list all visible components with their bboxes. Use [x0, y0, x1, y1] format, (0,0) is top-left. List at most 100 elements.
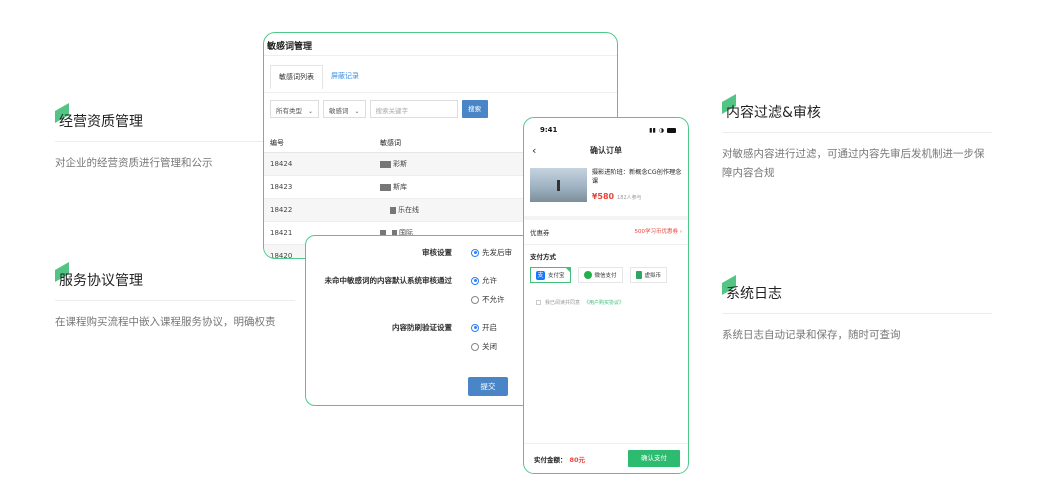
row-word-cell: 乐在线 — [380, 205, 419, 215]
nav-title: 确认订单 — [590, 146, 622, 155]
radio-label: 允许 — [482, 276, 497, 285]
type-select-value: 所有类型 — [276, 107, 302, 115]
tab-block-records[interactable]: 屏蔽记录 — [323, 65, 367, 89]
coupon-value-wrap: 500学习币优惠券 › — [635, 227, 682, 237]
back-icon[interactable]: ‹ — [532, 140, 536, 162]
nav-bar: ‹ 确认订单 — [524, 140, 688, 162]
radio-disallow[interactable]: 不允许 — [471, 294, 505, 305]
feature-system-log: 系统日志 系统日志自动记录和保存，随时可查询 — [722, 275, 992, 345]
pay-wechat[interactable]: 微信支付 — [577, 267, 623, 283]
feature-desc: 在课程购买流程中嵌入课程服务协议，明确权责 — [55, 316, 276, 328]
feature-qualification: 经营资质管理 对企业的经营资质进行管理和公示 — [55, 103, 295, 173]
feature-agreement: 服务协议管理 在课程购买流程中嵌入课程服务协议，明确权责 — [55, 262, 295, 332]
radio-checked-icon — [471, 276, 479, 285]
total-label: 实付金额： — [534, 455, 567, 464]
status-icons: ▮▮ ◑ — [649, 127, 676, 134]
radio-allow[interactable]: 允许 — [471, 275, 497, 286]
radio-checked-icon — [471, 323, 479, 332]
row-id: 18424 — [270, 160, 293, 168]
flood-label: 内容防刷验证设置 — [392, 323, 452, 332]
status-bar: 9:41 ▮▮ ◑ — [524, 118, 688, 134]
pay-method-label: 支付宝 — [548, 273, 565, 279]
order-footer: 实付金额： 80元 确认支付 — [524, 443, 688, 473]
wifi-icon: ◑ — [658, 126, 664, 134]
chevron-down-icon: ⌄ — [308, 108, 314, 115]
alipay-icon: 支 — [536, 270, 545, 280]
pay-methods: 支支付宝 微信支付 虚拟币 — [524, 265, 688, 285]
radio-label: 不允许 — [482, 295, 505, 304]
type-select[interactable]: 所有类型 ⌄ — [270, 100, 320, 118]
tab-bar: 敏感词列表 屏蔽记录 — [264, 56, 617, 93]
audit-settings-window: 审核设置 先发后审 未命中敏感词的内容默认系统审核通过 允许 不允许 内容防刷验… — [305, 235, 535, 406]
chevron-down-icon: ⌄ — [354, 108, 360, 115]
course-price: ¥580 — [591, 192, 615, 201]
buyer-count: 182人参与 — [617, 195, 642, 201]
phone-order-screen: 9:41 ▮▮ ◑ ‹ 确认订单 摄影进阶班：新概念CG创作理念课 ¥580 182… — [523, 117, 689, 474]
feature-title: 内容过滤&审核 — [726, 105, 821, 121]
search-input[interactable]: 搜索关键字 — [369, 100, 458, 118]
radio-enable[interactable]: 开启 — [471, 322, 497, 333]
row-word: 斯库 — [393, 183, 407, 191]
feature-desc: 对企业的经营资质进行管理和公示 — [55, 157, 213, 169]
signal-icon: ▮▮ — [649, 126, 656, 134]
mosaic-mask — [380, 183, 391, 191]
coupon-label: 优惠券 — [530, 229, 550, 237]
feature-title: 经营资质管理 — [59, 114, 143, 130]
feature-content-filter: 内容过滤&审核 对敏感内容进行过滤，可通过内容先审后发机制进一步保障内容合规 — [722, 94, 992, 183]
row-id: 18423 — [270, 183, 293, 191]
search-button[interactable]: 搜索 — [461, 100, 488, 118]
feature-title: 系统日志 — [726, 286, 782, 302]
clock: 9:41 — [540, 126, 558, 134]
coin-icon — [635, 271, 642, 279]
column-id: 编号 — [270, 139, 284, 147]
coupon-row[interactable]: 优惠券 500学习币优惠券 › — [524, 220, 688, 245]
battery-icon — [667, 127, 676, 133]
window-title: 敏感词管理 — [264, 33, 617, 56]
mosaic-mask — [380, 160, 391, 168]
coupon-value: 500学习币优惠券 — [634, 229, 679, 235]
total-amount: 80元 — [569, 455, 586, 464]
divider — [722, 313, 992, 314]
radio-unchecked-icon — [471, 342, 479, 351]
audit-label: 审核设置 — [422, 248, 452, 257]
field-select[interactable]: 敏感词 ⌄ — [323, 100, 366, 118]
pay-virtual-coin[interactable]: 虚拟币 — [629, 267, 668, 283]
pay-method-label: 微信支付 — [594, 273, 617, 279]
submit-button[interactable]: 提交 — [468, 377, 508, 396]
radio-label: 开启 — [482, 323, 497, 332]
chevron-right-icon: › — [679, 229, 682, 235]
course-info: 摄影进阶班：新概念CG创作理念课 ¥580 182人参与 — [592, 168, 682, 214]
row-word-cell: 彩斯 — [380, 159, 407, 169]
divider — [55, 300, 295, 301]
tab-word-list[interactable]: 敏感词列表 — [270, 65, 323, 89]
radio-post-first[interactable]: 先发后审 — [471, 247, 512, 258]
mosaic-mask — [390, 206, 396, 214]
row-word: 乐在线 — [398, 206, 419, 214]
row-word: 彩斯 — [393, 160, 407, 168]
agreement-link[interactable]: 《用户购买协议》 — [584, 299, 624, 306]
confirm-pay-button[interactable]: 确认支付 — [628, 450, 680, 467]
course-card[interactable]: 摄影进阶班：新概念CG创作理念课 ¥580 182人参与 — [524, 162, 688, 214]
radio-disable[interactable]: 关闭 — [471, 341, 497, 352]
row-word-cell: 斯库 — [380, 182, 407, 192]
feature-desc: 系统日志自动记录和保存，随时可查询 — [722, 329, 901, 341]
pay-alipay[interactable]: 支支付宝 — [530, 267, 571, 283]
field-select-value: 敏感词 — [329, 107, 349, 115]
row-id: 18422 — [270, 206, 293, 214]
agreement-row[interactable]: 我已阅读并同意 《用户购买协议》 — [524, 285, 688, 306]
checkbox-icon[interactable] — [536, 300, 541, 305]
radio-unchecked-icon — [471, 295, 479, 304]
agree-text: 我已阅读并同意 — [545, 300, 581, 306]
feature-title: 服务协议管理 — [59, 273, 143, 289]
pay-label: 支付方式 — [530, 253, 556, 261]
divider — [722, 132, 992, 133]
radio-label: 先发后审 — [482, 248, 512, 257]
total-row: 实付金额： 80元 — [534, 454, 585, 464]
radio-checked-icon — [471, 248, 479, 257]
feature-desc: 对敏感内容进行过滤，可通过内容先审后发机制进一步保障内容合规 — [722, 148, 985, 179]
column-word: 敏感词 — [380, 139, 401, 147]
price-row: ¥580 182人参与 — [592, 192, 682, 203]
course-thumbnail — [530, 168, 587, 202]
divider — [55, 141, 295, 142]
radio-label: 关闭 — [482, 342, 497, 351]
